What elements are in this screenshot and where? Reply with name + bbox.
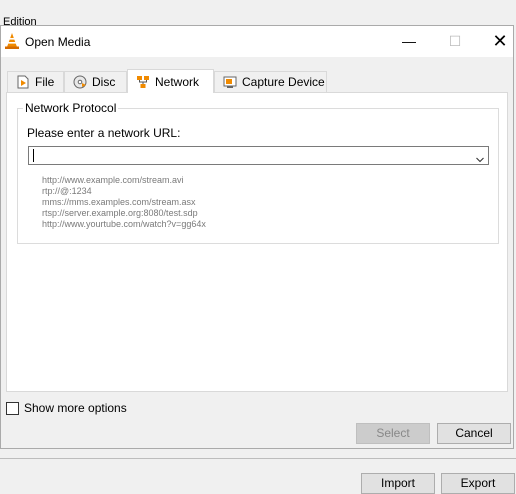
example-url: http://www.example.com/stream.avi [42, 175, 184, 185]
tab-capture-device[interactable]: Capture Device [214, 71, 327, 92]
show-more-options-checkbox[interactable] [6, 401, 19, 415]
vlc-cone-icon [5, 33, 19, 49]
url-label: Please enter a network URL: [27, 126, 181, 140]
example-url: mms://mms.examples.com/stream.asx [42, 197, 196, 207]
network-icon [136, 75, 150, 89]
close-button[interactable]: ✕ [477, 26, 516, 57]
tab-disc[interactable]: Disc [64, 71, 127, 92]
dialog-title: Open Media [25, 35, 91, 49]
export-button[interactable]: Export [441, 473, 515, 494]
chevron-down-icon[interactable] [476, 152, 484, 163]
tab-disc-label: Disc [92, 75, 116, 89]
maximize-button[interactable]: ☐ [432, 26, 478, 57]
tab-capture-label: Capture Device [242, 75, 325, 89]
network-url-input[interactable] [29, 147, 467, 164]
tab-network-label: Network [155, 74, 200, 89]
url-examples: http://www.example.com/stream.avi rtp://… [42, 175, 206, 230]
dialog-titlebar: Open Media — ☐ ✕ [1, 26, 513, 57]
example-url: rtp://@:1234 [42, 186, 92, 196]
tab-file-label: File [35, 75, 55, 89]
disc-icon [73, 75, 87, 89]
network-tab-panel: Network Protocol Please enter a network … [6, 92, 508, 392]
example-url: rtsp://server.example.org:8080/test.sdp [42, 208, 198, 218]
import-button[interactable]: Import [361, 473, 435, 494]
minimize-button[interactable]: — [386, 26, 432, 57]
cancel-button[interactable]: Cancel [437, 423, 511, 444]
tab-network[interactable]: Network [127, 69, 214, 93]
capture-device-icon [223, 75, 237, 89]
file-icon [16, 75, 30, 89]
network-url-combobox[interactable] [28, 146, 489, 165]
open-media-dialog: Open Media — ☐ ✕ File Disc Network Captu… [0, 25, 514, 449]
tab-file[interactable]: File [7, 71, 64, 92]
background-window-menubar: Edition [0, 0, 516, 28]
show-more-options-row[interactable]: Show more options [6, 401, 127, 415]
background-window-separator [0, 458, 516, 459]
example-url: http://www.yourtube.com/watch?v=gg64x [42, 219, 206, 229]
network-protocol-group: Network Protocol Please enter a network … [17, 101, 499, 244]
select-button[interactable]: Select [356, 423, 430, 444]
group-title: Network Protocol [23, 101, 119, 115]
text-caret [33, 149, 34, 162]
show-more-options-label[interactable]: Show more options [24, 401, 127, 415]
